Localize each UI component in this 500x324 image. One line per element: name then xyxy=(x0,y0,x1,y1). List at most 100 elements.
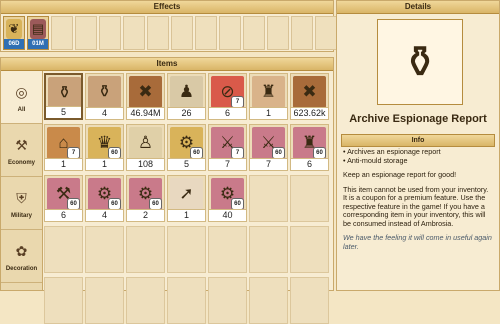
category-tab-all[interactable]: ◎ All xyxy=(1,71,42,124)
scroll-icon: ❦ xyxy=(6,19,22,39)
item-count: 2 xyxy=(127,209,164,221)
empty-item-slot xyxy=(290,226,329,273)
item-slot[interactable]: ⌂ 7 1 xyxy=(44,124,83,171)
effect-duration-label: 06D xyxy=(4,39,24,49)
empty-effect-slot xyxy=(243,16,265,50)
item-slot[interactable]: ✖ 46.94M xyxy=(126,73,165,120)
items-grid: ⚱ 5 ⚱ 4 ✖ 46.94M ♟ 26 ⊘ 7 6 ♜ 1 ✖ 623.62k ⌂ 7 1 ♛ 60 1 ♙ 108 ⚙ 6… xyxy=(44,73,329,324)
item-slot[interactable]: ♙ 108 xyxy=(126,124,165,171)
empty-effect-slot xyxy=(267,16,289,50)
effect-slot[interactable]: ❦ 06D xyxy=(3,16,25,50)
category-label: Military xyxy=(10,212,32,219)
empty-item-slot xyxy=(167,277,206,324)
item-slot[interactable]: ➚ 1 xyxy=(167,175,206,222)
empty-effect-slot xyxy=(99,16,121,50)
hammer-pick-icon: ⚒ xyxy=(15,137,28,153)
empty-item-slot xyxy=(208,226,247,273)
empty-effect-slot xyxy=(219,16,241,50)
archive-espionage-icon: ⚱ xyxy=(377,19,463,105)
info-bullet: • Anti-mould storage xyxy=(343,155,408,165)
globe-icon: ◎ xyxy=(15,84,28,100)
empty-item-slot xyxy=(85,277,124,324)
item-count: 1 xyxy=(45,158,82,170)
item-slot[interactable]: ⚒ 60 6 xyxy=(44,175,83,222)
item-count: 46.94M xyxy=(127,107,164,119)
item-count: 5 xyxy=(168,158,205,170)
document-icon: ▤ xyxy=(30,19,46,39)
category-label: Decoration xyxy=(5,265,38,272)
details-panel: Details ⚱ Archive Espionage Report Info … xyxy=(336,0,500,291)
category-sidebar: ◎ All ⚒ Economy ⛨ Military ✿ Decoration xyxy=(1,71,43,290)
item-slot[interactable]: ♜ 60 6 xyxy=(290,124,329,171)
helmet-icon: ⛨ xyxy=(16,190,27,206)
info-tagline: Keep an espionage report for good! xyxy=(343,170,457,179)
merchant-icon: ♙ xyxy=(129,127,162,159)
item-count: 40 xyxy=(209,209,246,221)
items-header: Items xyxy=(1,58,333,71)
category-tab-economy[interactable]: ⚒ Economy xyxy=(1,124,42,177)
item-slot[interactable]: ⚱ 5 xyxy=(44,73,83,120)
category-label: All xyxy=(17,106,26,113)
archive-icon: ⚱ xyxy=(88,76,121,108)
empty-effect-slot xyxy=(123,16,145,50)
effects-panel: Effects ❦ 06D ▤ 01M xyxy=(0,0,337,52)
flower-icon: ✿ xyxy=(15,243,28,259)
item-slot[interactable]: ⚙ 60 2 xyxy=(126,175,165,222)
item-slot[interactable]: ♜ 1 xyxy=(249,73,288,120)
category-tab-decoration[interactable]: ✿ Decoration xyxy=(1,230,42,283)
item-slot[interactable]: ✖ 623.62k xyxy=(290,73,329,120)
item-slot[interactable]: ⚙ 60 40 xyxy=(208,175,247,222)
empty-item-slot xyxy=(126,226,165,273)
empty-effect-slot xyxy=(147,16,169,50)
tower-icon: ♜ xyxy=(252,76,285,108)
empty-effect-slot xyxy=(315,16,337,50)
info-body: • Archives an espionage report • Anti-mo… xyxy=(343,147,493,257)
upgrade-arrow-icon: ➚ xyxy=(170,178,203,210)
item-slot[interactable]: ⚔ 7 7 xyxy=(208,124,247,171)
item-title: Archive Espionage Report xyxy=(349,113,487,125)
item-slot[interactable]: ♟ 26 xyxy=(167,73,206,120)
item-slot[interactable]: ♛ 60 1 xyxy=(85,124,124,171)
info-description: This item cannot be used from your inven… xyxy=(343,184,489,228)
empty-item-slot xyxy=(208,277,247,324)
category-tab-military[interactable]: ⛨ Military xyxy=(1,177,42,230)
item-count: 1 xyxy=(250,107,287,119)
item-count: 623.62k xyxy=(291,107,328,119)
item-slot[interactable]: ⚔ 60 7 xyxy=(249,124,288,171)
empty-item-slot xyxy=(290,175,329,222)
empty-effect-slot xyxy=(291,16,313,50)
item-count: 6 xyxy=(45,209,82,221)
info-flavor-text: We have the feeling it will come in usef… xyxy=(343,233,492,251)
crate-icon: ✖ xyxy=(293,76,326,108)
empty-item-slot xyxy=(44,277,83,324)
item-count: 4 xyxy=(86,209,123,221)
item-slot[interactable]: ⊘ 7 6 xyxy=(208,73,247,120)
empty-effect-slot xyxy=(195,16,217,50)
empty-effect-slot xyxy=(171,16,193,50)
effects-slots: ❦ 06D ▤ 01M xyxy=(3,16,337,50)
item-count: 5 xyxy=(46,106,81,118)
empty-item-slot xyxy=(126,277,165,324)
item-count: 7 xyxy=(250,158,287,170)
item-count: 1 xyxy=(168,209,205,221)
item-count: 26 xyxy=(168,107,205,119)
empty-effect-slot xyxy=(75,16,97,50)
item-count: 4 xyxy=(86,107,123,119)
item-slot[interactable]: ⚙ 60 5 xyxy=(167,124,206,171)
effects-header: Effects xyxy=(1,1,333,14)
empty-item-slot xyxy=(249,226,288,273)
category-label: Economy xyxy=(7,159,35,166)
item-slot[interactable]: ⚙ 60 4 xyxy=(85,175,124,222)
effect-duration-label: 01M xyxy=(28,39,48,49)
details-header: Details xyxy=(337,1,499,14)
item-count: 6 xyxy=(209,107,246,119)
empty-effect-slot xyxy=(51,16,73,50)
workers-icon: ♟ xyxy=(170,76,203,108)
empty-item-slot xyxy=(249,277,288,324)
empty-item-slot xyxy=(44,226,83,273)
item-slot[interactable]: ⚱ 4 xyxy=(85,73,124,120)
item-count: 6 xyxy=(291,158,328,170)
item-count: 1 xyxy=(86,158,123,170)
crate-icon: ✖ xyxy=(129,76,162,108)
effect-slot[interactable]: ▤ 01M xyxy=(27,16,49,50)
